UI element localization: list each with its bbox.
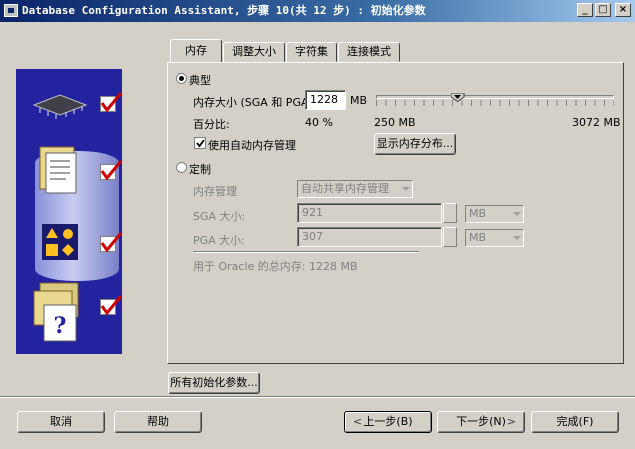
divider: [193, 251, 419, 253]
step-done-check-4: [100, 295, 122, 316]
sga-unit-select[interactable]: MB: [465, 205, 524, 223]
pga-size-input[interactable]: 307: [297, 227, 442, 247]
cancel-button[interactable]: 取消: [17, 411, 105, 433]
memory-size-unit: MB: [350, 94, 368, 107]
sga-size-label: SGA 大小:: [193, 210, 246, 223]
auto-memory-label: 使用自动内存管理: [208, 139, 296, 152]
auto-memory-checkbox[interactable]: [194, 137, 206, 149]
sga-size-spinner[interactable]: [443, 203, 457, 223]
chevron-down-icon: [402, 187, 410, 191]
back-button[interactable]: < 上一步(B): [344, 411, 432, 433]
slider-ticks: [376, 100, 614, 106]
shapes-icon: [42, 224, 78, 260]
step-done-check-3: [100, 232, 122, 253]
memory-chip-icon: [32, 94, 88, 119]
back-chevron-icon: <: [353, 415, 363, 428]
sga-unit-value: MB: [469, 207, 487, 220]
memory-management-value: 自动共享内存管理: [301, 182, 389, 195]
finish-button[interactable]: 完成(F): [531, 411, 619, 433]
memory-management-label: 内存管理: [193, 185, 237, 198]
sga-size-input[interactable]: 921: [297, 203, 442, 223]
chevron-down-icon: [513, 236, 521, 240]
next-chevron-icon: >: [506, 415, 516, 428]
slider-max-label: 3072 MB: [572, 116, 621, 129]
next-button[interactable]: 下一步(N) >: [437, 411, 525, 433]
minimize-button[interactable]: _: [577, 3, 593, 17]
tab-strip: 内存 调整大小 字符集 连接模式: [170, 39, 401, 62]
step-done-check-2: [100, 160, 122, 181]
maximize-button[interactable]: □: [595, 3, 611, 17]
help-documents-icon: ?: [33, 282, 79, 342]
pga-unit-value: MB: [469, 231, 487, 244]
custom-label: 定制: [189, 163, 211, 176]
tab-character-set[interactable]: 字符集: [286, 42, 337, 62]
percent-value: 40 %: [305, 116, 333, 129]
total-memory-text: 用于 Oracle 的总内存: 1228 MB: [193, 260, 358, 273]
footer-divider: [0, 396, 635, 398]
all-init-params-button[interactable]: 所有初始化参数...: [168, 372, 260, 394]
chevron-down-icon: [513, 212, 521, 216]
show-memory-distribution-button[interactable]: 显示内存分布...: [374, 133, 456, 155]
typical-label: 典型: [189, 74, 211, 87]
memory-size-label: 内存大小 (SGA 和 PGA):: [193, 96, 317, 109]
pga-unit-select[interactable]: MB: [465, 229, 524, 247]
close-button[interactable]: ×: [615, 3, 631, 17]
memory-size-input[interactable]: 1228: [305, 90, 346, 110]
app-icon: [4, 4, 18, 17]
back-label: 上一步(B): [363, 415, 413, 428]
help-button[interactable]: 帮助: [114, 411, 202, 433]
typical-radio[interactable]: [176, 73, 187, 84]
svg-text:?: ?: [54, 313, 67, 339]
document-folder-icon: [39, 146, 77, 194]
wizard-progress-panel: ?: [16, 69, 122, 354]
title-bar: Database Configuration Assistant, 步骤 10(…: [0, 0, 635, 22]
slider-min-label: 250 MB: [374, 116, 416, 129]
pga-size-label: PGA 大小:: [193, 234, 245, 247]
step-done-check-1: [100, 92, 122, 113]
memory-slider-track[interactable]: [376, 95, 614, 99]
pga-size-spinner[interactable]: [443, 227, 457, 247]
memory-management-select[interactable]: 自动共享内存管理: [297, 180, 413, 198]
tab-connection-mode[interactable]: 连接模式: [338, 42, 400, 62]
tab-memory[interactable]: 内存: [170, 39, 222, 62]
window-title: Database Configuration Assistant, 步骤 10(…: [22, 4, 426, 17]
tab-sizing[interactable]: 调整大小: [223, 42, 285, 62]
percent-label: 百分比:: [193, 118, 230, 131]
custom-radio[interactable]: [176, 162, 187, 173]
next-label: 下一步(N): [456, 415, 506, 428]
